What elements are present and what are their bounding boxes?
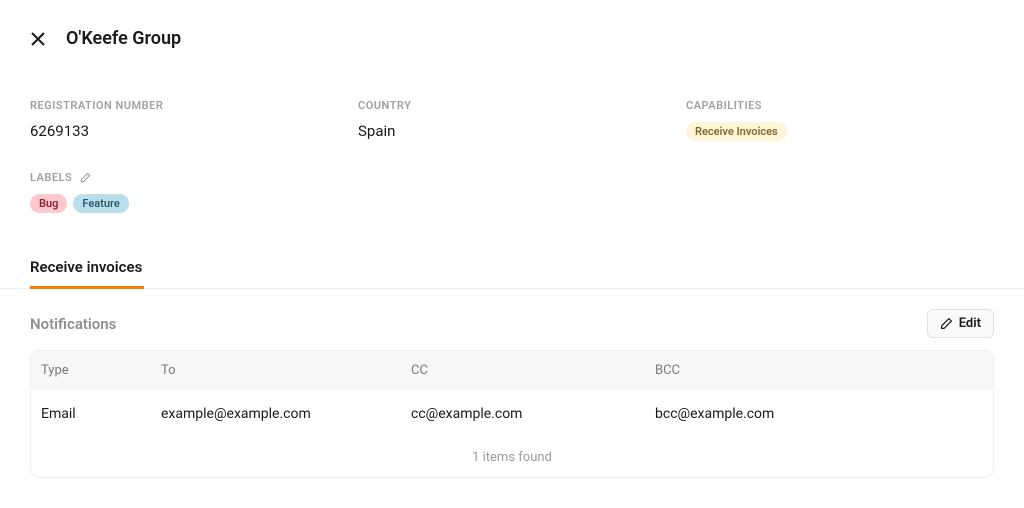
header-bcc: BCC [655, 363, 983, 378]
pencil-icon [940, 317, 953, 330]
header-cc: CC [411, 363, 655, 378]
registration-label: REGISTRATION NUMBER [30, 99, 338, 112]
header-to: To [161, 363, 411, 378]
registration-value: 6269133 [30, 122, 338, 140]
close-icon [30, 31, 46, 47]
close-button[interactable] [30, 31, 46, 47]
table-header-row: Type To CC BCC [31, 351, 993, 390]
table-row: Email example@example.com cc@example.com… [31, 390, 993, 438]
country-value: Spain [358, 122, 666, 140]
field-registration: REGISTRATION NUMBER 6269133 [30, 99, 338, 141]
labels-label: LABELS [30, 171, 72, 184]
field-capabilities: CAPABILITIES Receive Invoices [686, 99, 994, 141]
tab-receive-invoices[interactable]: Receive invoices [30, 258, 142, 288]
cell-to: example@example.com [161, 406, 411, 422]
country-label: COUNTRY [358, 99, 666, 112]
table-footer: 1 items found [31, 438, 993, 477]
notifications-table: Type To CC BCC Email example@example.com… [30, 350, 994, 478]
edit-notifications-button[interactable]: Edit [927, 309, 994, 338]
page-title: O'Keefe Group [66, 28, 181, 49]
cell-cc: cc@example.com [411, 406, 655, 422]
label-badge-feature: Feature [73, 194, 128, 213]
pencil-icon [80, 172, 91, 183]
cell-type: Email [41, 406, 161, 422]
header-type: Type [41, 363, 161, 378]
field-country: COUNTRY Spain [358, 99, 666, 141]
edit-button-label: Edit [959, 316, 981, 331]
cell-bcc: bcc@example.com [655, 406, 983, 422]
edit-labels-button[interactable] [80, 172, 91, 183]
label-badge-bug: Bug [30, 194, 67, 213]
capabilities-label: CAPABILITIES [686, 99, 994, 112]
capability-badge: Receive Invoices [686, 122, 787, 141]
notifications-title: Notifications [30, 315, 116, 333]
